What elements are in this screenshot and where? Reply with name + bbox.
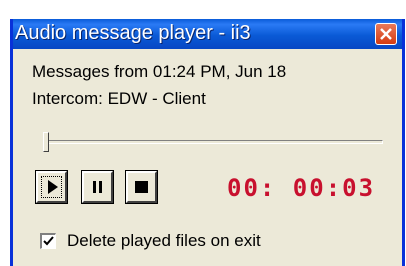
playback-slider-thumb[interactable] [43,132,49,152]
delete-played-checkbox[interactable] [40,233,56,249]
checkmark-icon [43,236,54,246]
pause-icon [93,181,102,193]
pause-button[interactable] [82,171,113,203]
stop-button[interactable] [126,171,157,203]
delete-played-label[interactable]: Delete played files on exit [67,231,261,251]
play-icon [48,180,58,194]
play-button[interactable] [36,171,67,203]
elapsed-timer: 00: 00:03 [227,174,376,202]
title-bar[interactable]: Audio message player - ii3 [13,19,402,49]
messages-from-label: Messages from 01:24 PM, Jun 18 [32,62,287,81]
stop-icon [135,181,148,193]
close-icon [380,28,392,40]
intercom-label: Intercom: EDW - Client [32,89,206,108]
audio-player-window: Audio message player - ii3 Messages from… [10,19,405,266]
window-title: Audio message player - ii3 [15,22,251,44]
close-button[interactable] [375,23,397,45]
playback-slider-track[interactable] [43,140,383,144]
